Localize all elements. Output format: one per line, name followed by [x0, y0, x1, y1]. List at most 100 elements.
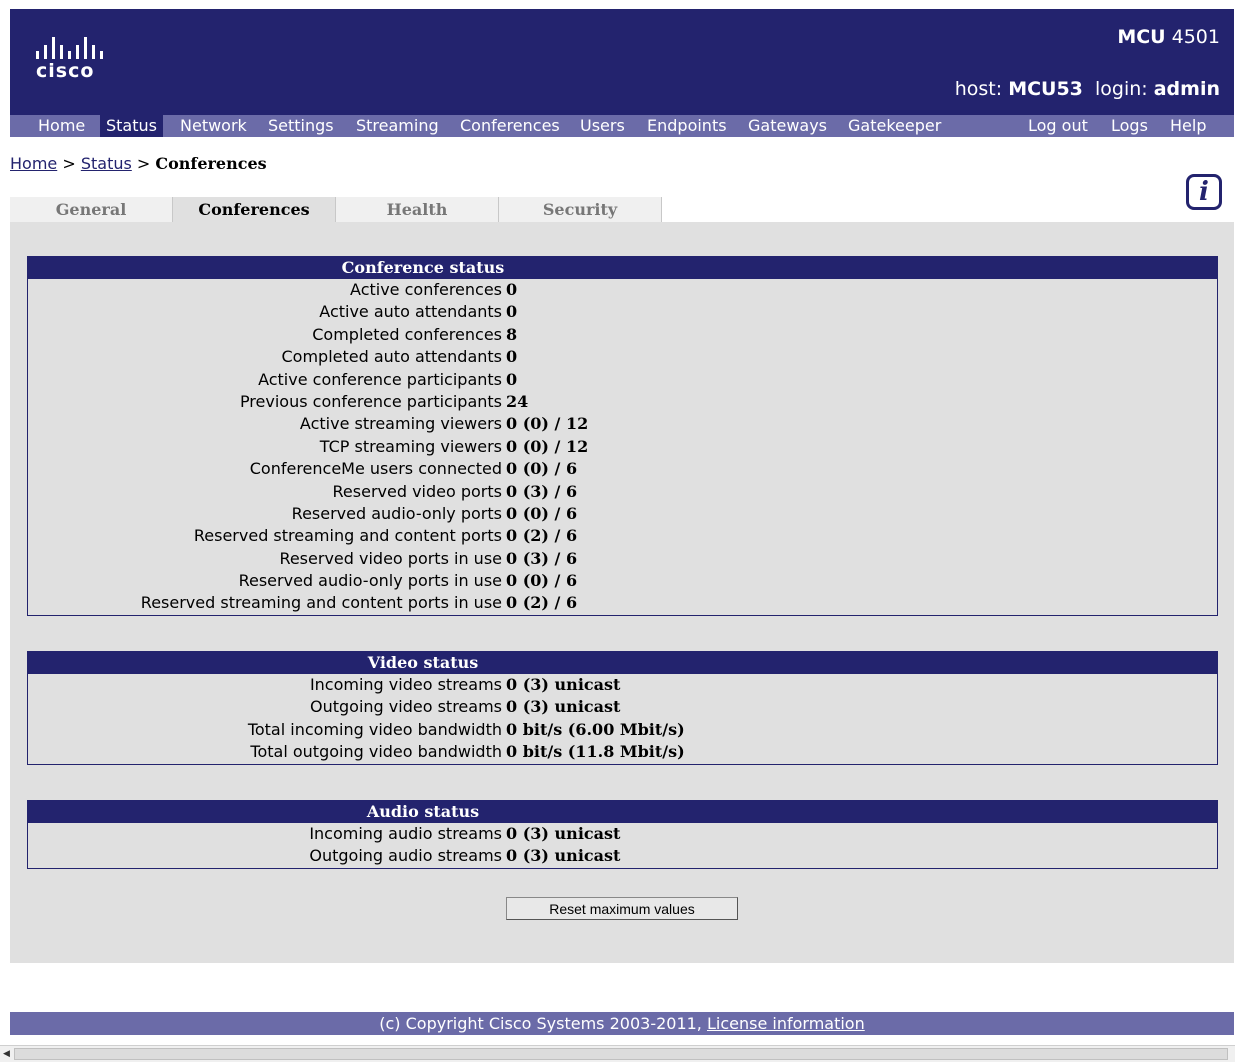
status-row: Previous conference participants 24	[28, 391, 1217, 413]
cisco-logo: cisco	[36, 37, 136, 89]
status-row: Completed auto attendants 0	[28, 346, 1217, 368]
status-value: 0 (0) / 6	[506, 459, 578, 479]
nav-conferences[interactable]: Conferences	[454, 115, 566, 137]
nav-help[interactable]: Help	[1164, 115, 1212, 137]
header-bar: cisco MCU 4501 host: MCU53 login: admin	[10, 9, 1234, 115]
status-label: Reserved streaming and content ports	[193, 526, 502, 546]
status-label: Incoming video streams	[309, 675, 502, 694]
status-label: Reserved video ports in use	[279, 548, 502, 568]
nav-network[interactable]: Network	[174, 115, 253, 137]
status-value: 0	[506, 347, 518, 367]
scroll-left-arrow-icon[interactable]: ◀	[3, 1049, 10, 1059]
status-value: 0 (0) / 12	[506, 436, 589, 456]
status-value: 24	[506, 391, 529, 411]
status-label: Outgoing audio streams	[309, 846, 502, 866]
status-label: Incoming audio streams	[309, 824, 502, 843]
nav-log-out[interactable]: Log out	[1022, 115, 1094, 137]
status-row: Outgoing audio streams 0 (3) unicast	[28, 845, 1217, 867]
status-label: Active auto attendants	[319, 302, 502, 322]
license-information-link[interactable]: License information	[707, 1014, 865, 1033]
status-value: 8	[506, 324, 518, 344]
status-label: Total incoming video bandwidth	[247, 719, 502, 739]
nav-gateways[interactable]: Gateways	[742, 115, 833, 137]
status-value: 0 (0) / 6	[506, 571, 578, 591]
footer: (c) Copyright Cisco Systems 2003-2011, L…	[10, 1012, 1234, 1035]
status-value: 0 (3) unicast	[506, 675, 621, 694]
horizontal-scrollbar[interactable]: ◀	[0, 1045, 1235, 1062]
status-row: Completed conferences 8	[28, 324, 1217, 346]
status-value: 0	[506, 280, 518, 299]
nav-settings[interactable]: Settings	[262, 115, 340, 137]
breadcrumb-home-link[interactable]: Home	[10, 154, 57, 173]
nav-endpoints[interactable]: Endpoints	[641, 115, 733, 137]
status-label: Completed conferences	[312, 324, 502, 344]
status-row: Incoming audio streams 0 (3) unicast	[28, 823, 1217, 845]
tab-security[interactable]: Security	[499, 197, 662, 222]
breadcrumb: Home > Status > Conferences	[10, 154, 267, 173]
status-label: Outgoing video streams	[310, 697, 502, 717]
status-label: Active streaming viewers	[299, 414, 502, 434]
breadcrumb-status-link[interactable]: Status	[81, 154, 132, 173]
status-row: Outgoing video streams 0 (3) unicast	[28, 696, 1217, 718]
conference-status-section: Conference status Active conferences 0 Act…	[27, 256, 1218, 616]
status-label: ConferenceMe users connected	[249, 459, 502, 479]
status-row: Reserved video ports 0 (3) / 6	[28, 481, 1217, 503]
status-row: Reserved streaming and content ports in …	[28, 592, 1217, 614]
status-value: 0	[506, 302, 518, 322]
tab-health[interactable]: Health	[336, 197, 499, 222]
status-value: 0	[506, 369, 518, 389]
status-value: 0 (2) / 6	[506, 526, 578, 546]
status-value: 0 bit/s (11.8 Mbit/s)	[506, 742, 685, 762]
nav-home[interactable]: Home	[32, 115, 91, 137]
status-row: Reserved audio-only ports 0 (0) / 6	[28, 503, 1217, 525]
reset-maximum-values-button[interactable]: Reset maximum values	[506, 897, 738, 920]
status-label: Reserved video ports	[332, 481, 502, 501]
cisco-bars-icon	[36, 37, 136, 59]
nav-gatekeeper[interactable]: Gatekeeper	[842, 115, 947, 137]
device-model: MCU 4501	[1117, 26, 1220, 48]
status-row: TCP streaming viewers 0 (0) / 12	[28, 436, 1217, 458]
nav-users[interactable]: Users	[574, 115, 631, 137]
status-label: Completed auto attendants	[281, 347, 503, 367]
status-row: Reserved streaming and content ports 0 (2…	[28, 525, 1217, 547]
status-value: 0 (0) / 6	[506, 503, 578, 523]
status-row: Active conferences 0	[28, 279, 1217, 301]
status-label: TCP streaming viewers	[319, 436, 502, 456]
status-value: 0 (3) unicast	[506, 697, 621, 717]
status-value: 0 (2) / 6	[506, 593, 578, 613]
status-value: 0 (3) unicast	[506, 824, 621, 843]
copyright-text: (c) Copyright Cisco Systems 2003-2011,	[379, 1014, 707, 1033]
status-label: Previous conference participants	[239, 391, 502, 411]
status-row: Active auto attendants 0	[28, 301, 1217, 323]
host-login-info: host: MCU53 login: admin	[954, 78, 1220, 100]
cisco-wordmark: cisco	[36, 60, 95, 82]
breadcrumb-current: Conferences	[155, 154, 267, 173]
nav-status[interactable]: Status	[100, 115, 163, 137]
video-status-title: Video status	[367, 653, 479, 672]
video-status-section: Video status Incoming video streams 0 (3)…	[27, 651, 1218, 765]
audio-status-title: Audio status	[366, 802, 480, 821]
status-row: Total outgoing video bandwidth 0 bit/s (1…	[28, 741, 1217, 763]
status-value: 0 bit/s (6.00 Mbit/s)	[506, 719, 685, 739]
status-label: Reserved audio-only ports in use	[238, 571, 502, 591]
status-label: Reserved audio-only ports	[291, 503, 502, 523]
status-row: Reserved video ports in use 0 (3) / 6	[28, 548, 1217, 570]
tab-conferences[interactable]: Conferences	[173, 197, 336, 222]
audio-status-section: Audio status Incoming audio streams 0 (3)…	[27, 800, 1218, 869]
status-label: Active conference participants	[258, 369, 502, 389]
info-icon[interactable]: i	[1186, 174, 1222, 210]
tab-general[interactable]: General	[10, 197, 173, 222]
scrollbar-thumb[interactable]	[14, 1048, 1228, 1060]
nav-logs[interactable]: Logs	[1105, 115, 1154, 137]
status-label: Total outgoing video bandwidth	[250, 742, 502, 762]
status-value: 0 (3) / 6	[506, 548, 578, 568]
status-label: Reserved streaming and content ports in …	[140, 593, 502, 613]
status-value: 0 (3) unicast	[506, 846, 621, 866]
content-panel: Conference status Active conferences 0 Act…	[10, 222, 1234, 963]
status-row: Active conference participants 0	[28, 369, 1217, 391]
status-row: ConferenceMe users connected 0 (0) / 6	[28, 458, 1217, 480]
status-value: 0 (3) / 6	[506, 481, 578, 501]
status-row: Total incoming video bandwidth 0 bit/s (6…	[28, 719, 1217, 741]
nav-streaming[interactable]: Streaming	[350, 115, 445, 137]
status-row: Active streaming viewers 0 (0) / 12	[28, 413, 1217, 435]
